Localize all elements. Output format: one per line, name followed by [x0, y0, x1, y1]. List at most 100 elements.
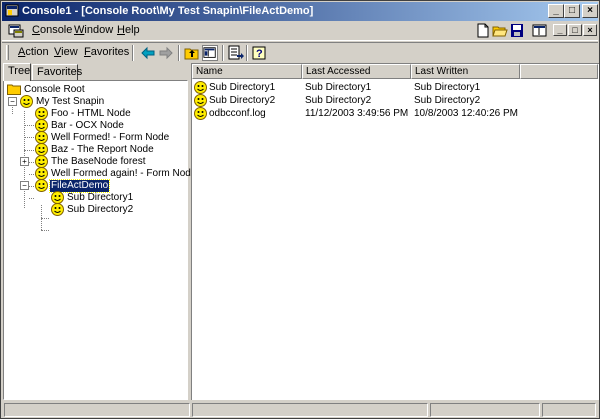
cell-last-written: 10/8/2003 12:40:26 PM [414, 108, 518, 119]
save-console-icon[interactable] [509, 23, 525, 38]
column-header-name[interactable]: Name [192, 64, 302, 79]
toolbar-separator [246, 45, 248, 61]
cell-last-accessed: 11/12/2003 3:49:56 PM [305, 108, 409, 119]
collapse-toggle[interactable]: − [8, 97, 17, 106]
cell-name: Sub Directory2 [209, 95, 276, 106]
menu-view[interactable]: View [54, 46, 78, 58]
open-console-icon[interactable] [492, 23, 508, 38]
toolbar-separator [132, 45, 134, 61]
export-list-icon[interactable] [228, 45, 244, 61]
maximize-button[interactable]: □ [564, 4, 580, 18]
title-bar[interactable]: Console1 - [Console Root\My Test Snapin\… [2, 2, 598, 21]
smiley-icon [51, 203, 64, 216]
up-folder-icon[interactable] [184, 45, 200, 61]
tree-item-node[interactable]: Well Formed! - Form Node [7, 131, 187, 144]
cell-name: Sub Directory1 [209, 82, 276, 93]
cell-name: odbcconf.log [209, 108, 266, 119]
tree-item-node[interactable]: Baz - The Report Node [7, 143, 187, 156]
cell-last-written: Sub Directory1 [414, 82, 481, 93]
console-app-icon [5, 4, 19, 17]
mmc-window: Console1 - [Console Root\My Test Snapin\… [0, 0, 600, 419]
menu-console[interactable]: Console [32, 24, 72, 36]
tree-connector [41, 230, 49, 231]
cell-last-accessed: Sub Directory2 [305, 95, 372, 106]
tree-item-fileactdemo[interactable]: − FileActDemo [7, 179, 187, 193]
tab-favorites[interactable]: Favorites [32, 64, 82, 80]
tree-item-label: Bar - OCX Node [51, 120, 124, 131]
menu-favorites-key: F [84, 46, 91, 58]
menu-favorites[interactable]: Favorites [84, 46, 129, 58]
menu-window-label: indow [84, 24, 114, 36]
smiley-icon [194, 81, 207, 94]
menu-help[interactable]: Help [117, 24, 140, 36]
help-icon[interactable]: ? [252, 45, 268, 61]
tree-item-label: Well Formed again! - Form Node [51, 168, 197, 179]
menu-window-key: W [74, 24, 85, 36]
column-header-filler [520, 64, 598, 79]
menu-console-key: C [32, 24, 40, 36]
back-arrow-icon[interactable] [140, 45, 156, 61]
list-item[interactable]: Sub Directory2 Sub Directory2 Sub Direct… [192, 94, 598, 107]
tree-item-node[interactable]: Foo - HTML Node [7, 107, 187, 120]
tree-item-node[interactable]: + The BaseNode forest [7, 155, 187, 168]
toolbar-separator [178, 45, 180, 61]
window-title: Console1 - [Console Root\My Test Snapin\… [22, 5, 314, 17]
column-header-last-accessed[interactable]: Last Accessed [302, 64, 411, 79]
show-hide-tree-icon[interactable] [202, 45, 218, 61]
tab-tree[interactable]: Tree [3, 63, 31, 81]
new-console-icon[interactable] [475, 23, 491, 38]
list-item[interactable]: odbcconf.log 11/12/2003 3:49:56 PM 10/8/… [192, 107, 598, 120]
status-bar [2, 401, 598, 418]
tree-item-label: Well Formed! - Form Node [51, 132, 170, 143]
forward-arrow-icon[interactable] [158, 45, 174, 61]
collapse-toggle[interactable]: − [20, 181, 29, 190]
expand-toggle[interactable]: + [20, 157, 29, 166]
scope-tree[interactable]: Console Root − My Test Snapin Foo - HTML… [3, 80, 196, 400]
menu-window[interactable]: Window [74, 24, 113, 36]
status-panel [192, 403, 428, 417]
folder-icon [7, 84, 21, 95]
status-panel [430, 403, 540, 417]
status-panel [4, 403, 190, 417]
result-list[interactable]: Name Last Accessed Last Written Sub Dire… [191, 63, 599, 400]
column-header-last-written[interactable]: Last Written [411, 64, 520, 79]
svg-text:?: ? [256, 48, 263, 60]
tree-item-console-root[interactable]: Console Root [7, 84, 187, 96]
tree-item-label: Sub Directory2 [67, 204, 134, 215]
tree-item-label: Baz - The Report Node [51, 144, 154, 155]
smiley-icon [20, 95, 33, 108]
tree-connector [41, 218, 49, 219]
menu-view-label: iew [61, 46, 78, 58]
minimize-button[interactable]: _ [548, 4, 564, 18]
tree-item-subdirectory[interactable]: Sub Directory1 [7, 191, 187, 204]
menu-help-key: H [117, 24, 125, 36]
child-minimize-button[interactable]: _ [553, 24, 567, 36]
close-button[interactable]: × [582, 4, 598, 18]
child-restore-button[interactable]: □ [568, 24, 582, 36]
tree-item-label: Foo - HTML Node [51, 108, 131, 119]
tree-item-snapin[interactable]: − My Test Snapin [7, 95, 187, 108]
toolbar-grip[interactable] [6, 45, 9, 60]
menu-action[interactable]: Action [18, 46, 49, 58]
tree-item-label: Sub Directory1 [67, 192, 134, 203]
cell-last-written: Sub Directory2 [414, 95, 481, 106]
cell-last-accessed: Sub Directory1 [305, 82, 372, 93]
toolbar-separator [222, 45, 224, 61]
child-close-button[interactable]: × [583, 24, 597, 36]
list-item[interactable]: Sub Directory1 Sub Directory1 Sub Direct… [192, 81, 598, 94]
menu-bar: Console Window Help _ □ × [2, 21, 598, 41]
smiley-icon [194, 107, 207, 120]
tree-item-node[interactable]: Bar - OCX Node [7, 119, 187, 132]
mmc-system-menu-icon[interactable] [8, 23, 24, 38]
tree-item-label: The BaseNode forest [51, 156, 146, 167]
menu-action-label: ction [25, 46, 49, 58]
smiley-icon [194, 94, 207, 107]
status-panel [542, 403, 596, 417]
menu-console-label: onsole [39, 24, 73, 36]
new-window-icon[interactable] [532, 23, 548, 38]
tree-item-node[interactable]: Well Formed again! - Form Node [7, 167, 196, 180]
scope-pane: Tree Favorites Console Root − My Test Sn… [3, 63, 196, 400]
smiley-icon [35, 179, 48, 192]
menu-help-label: elp [124, 24, 140, 36]
tree-item-subdirectory[interactable]: Sub Directory2 [7, 203, 187, 216]
